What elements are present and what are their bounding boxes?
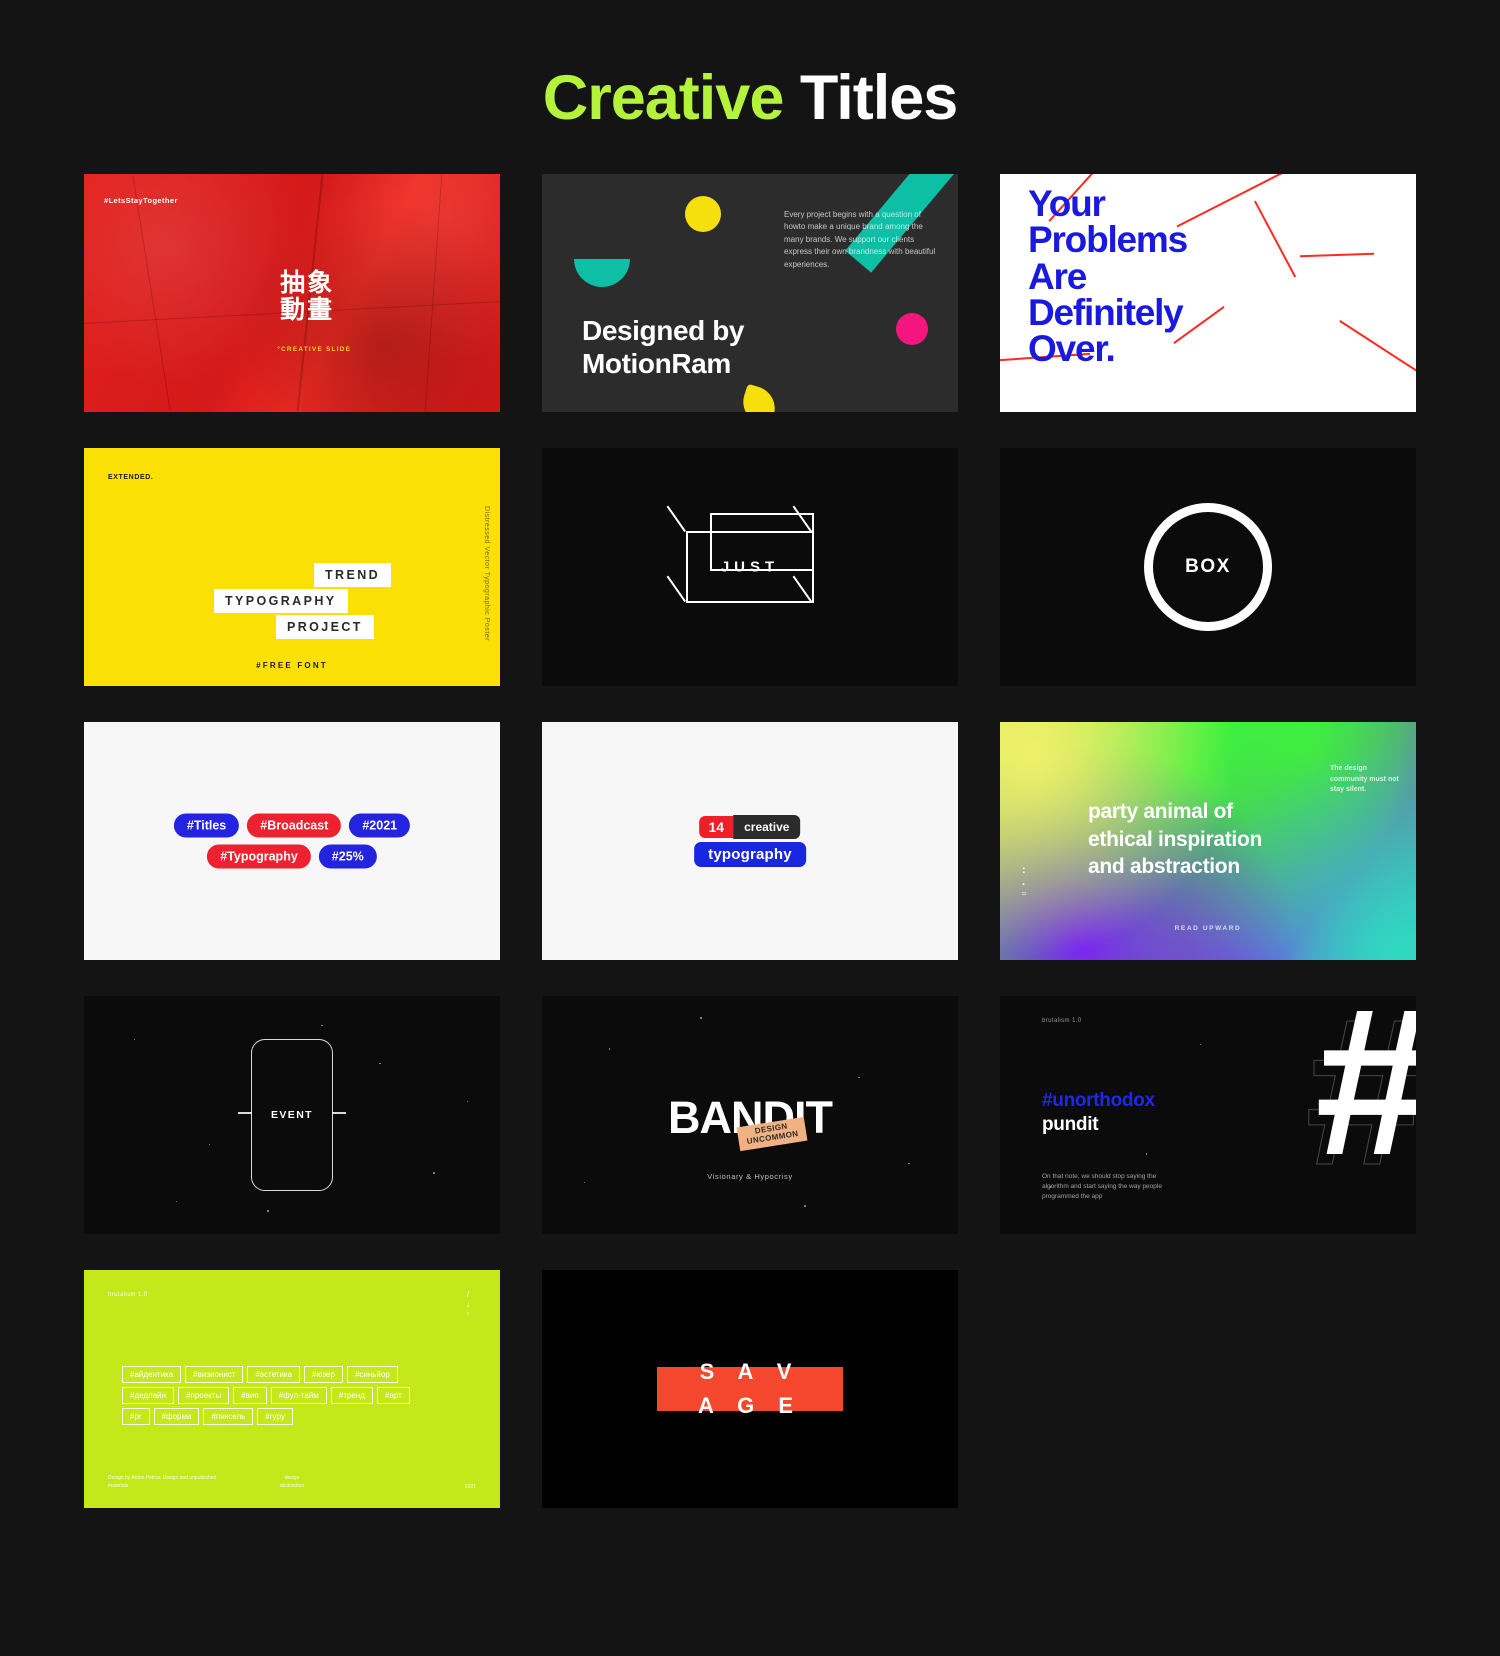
card-tag: #LetsStayTogether <box>104 196 178 205</box>
card-hashtag-pills[interactable]: #Titles #Broadcast #2021 #Typography #25… <box>84 722 500 960</box>
list-item: #синьйор <box>346 1366 398 1383</box>
card-body-text: On that note, we should stop saying the … <box>1042 1173 1162 1201</box>
badge-group: 14 creative typography <box>694 815 806 867</box>
list-item: #фул-тайм <box>270 1387 327 1404</box>
pill-25-percent[interactable]: #25% <box>318 844 377 869</box>
badge-number: 14 <box>699 816 734 838</box>
card-red-crumpled-slide[interactable]: #LetsStayTogether 抽象 動畫 °CREATIVE SLIDE <box>84 174 500 412</box>
card-event-phone[interactable]: EVENT <box>84 996 500 1234</box>
pill-row: #Typography #25% <box>207 844 377 869</box>
list-item: #тренд <box>330 1387 373 1404</box>
card-footer: #FREE FONT <box>256 661 328 670</box>
badge-creative: creative <box>733 815 801 839</box>
badge-row-top: 14 creative <box>699 815 801 839</box>
stack-line-3: PROJECT <box>276 615 374 639</box>
card-note: The design community must not stay silen… <box>1330 765 1399 793</box>
card-subtitle: °CREATIVE SLIDE <box>277 346 352 353</box>
card-unorthodox-pundit[interactable]: # # brutalism 1.0 #unorthodox pundit On … <box>1000 996 1416 1234</box>
page-title-accent: Creative <box>542 63 785 133</box>
red-slash-line <box>1253 200 1297 278</box>
card-title-cjk: 抽象 動畫 <box>280 269 335 324</box>
pill-typography[interactable]: #Typography <box>207 844 311 869</box>
card-heading: party animal of ethical inspiration and … <box>1088 800 1262 879</box>
card-just-3d-box[interactable]: JUST <box>542 448 958 686</box>
phone-tick <box>332 1112 346 1114</box>
box-label: JUST <box>720 558 780 576</box>
phone-tick <box>238 1112 252 1114</box>
card-kicker: EXTENDED. <box>108 474 154 481</box>
wireframe-box-icon: JUST <box>666 505 814 603</box>
paper-crease <box>131 175 171 411</box>
card-trend-typography-project[interactable]: EXTENDED. TREND TYPOGRAPHY PROJECT #FREE… <box>84 448 500 686</box>
card-footer: READ UPWARD <box>1174 925 1242 932</box>
red-slash-line <box>1176 174 1294 228</box>
card-lime-russian-tags[interactable]: brutalism 1.0 / ↓ ▫ #айдентика #визионис… <box>84 1270 500 1508</box>
list-item: #форма <box>153 1408 200 1425</box>
list-item: #пиксель <box>203 1408 254 1425</box>
list-item: #вип <box>233 1387 267 1404</box>
list-item: #pr <box>122 1408 150 1425</box>
card-hashtag: #unorthodox <box>1042 1090 1155 1111</box>
card-heading: Designed by MotionRam <box>582 314 745 379</box>
card-kicker: brutalism 1.0 <box>108 1292 148 1298</box>
half-circle-teal-icon <box>574 259 630 287</box>
card-headline: Your Problems Are Definitely Over. <box>1028 183 1188 369</box>
list-item: #проекты <box>178 1387 230 1404</box>
card-your-problems-are-over[interactable]: Your Problems Are Definitely Over. <box>1000 174 1416 412</box>
list-item: #эстетика <box>247 1366 301 1383</box>
pill-row: #Titles #Broadcast #2021 <box>173 813 411 838</box>
templates-grid: #LetsStayTogether 抽象 動畫 °CREATIVE SLIDE … <box>84 134 1416 1508</box>
list-item: #дедлайн <box>122 1387 175 1404</box>
card-subtitle: Visionary & Hypocrisy <box>707 1172 793 1181</box>
red-slash-line <box>1339 320 1416 375</box>
pill-titles[interactable]: #Titles <box>173 813 240 838</box>
list-item: #айдентика <box>122 1366 182 1383</box>
card-kicker: brutalism 1.0 <box>1042 1018 1082 1024</box>
list-item: #визионист <box>185 1366 244 1383</box>
card-footer-right: 2021 <box>464 1484 476 1490</box>
circle-label: BOX <box>1185 556 1231 577</box>
tag-list: #айдентика #визионист #эстетика #юзер #с… <box>122 1366 422 1425</box>
badge-typography: typography <box>694 842 806 867</box>
card-designed-by-motionram[interactable]: Every project begins with a question of … <box>542 174 958 412</box>
vertical-caption: Distressed Vector Typographic Poster <box>483 506 490 641</box>
red-slash-line <box>1299 252 1375 258</box>
decorative-marks: : . ▫ <box>1022 864 1026 901</box>
card-creative-typography-badges[interactable]: 14 creative typography <box>542 722 958 960</box>
pill-broadcast[interactable]: #Broadcast <box>247 813 342 838</box>
card-box-circle[interactable]: BOX <box>1000 448 1416 686</box>
stack-line-1: TREND <box>314 563 392 587</box>
blob-yellow-icon <box>737 383 781 412</box>
list-item: #гуру <box>257 1408 293 1425</box>
decorative-marks: / ↓ ▫ <box>466 1290 470 1319</box>
card-title: S A V A G E <box>697 1358 803 1418</box>
circle-outline-icon: BOX <box>1144 503 1272 631</box>
box-edge <box>666 575 686 603</box>
list-item: #арт <box>376 1387 410 1404</box>
typography-stack: TREND TYPOGRAPHY PROJECT <box>214 563 392 641</box>
list-item: #юзер <box>304 1366 343 1383</box>
card-party-animal-gradient[interactable]: The design community must not stay silen… <box>1000 722 1416 960</box>
card-savage-title[interactable]: S A V A G E <box>542 1270 958 1508</box>
phone-label: EVENT <box>270 1109 314 1121</box>
box-edge <box>666 505 686 533</box>
card-body-text: Every project begins with a question of … <box>784 210 936 269</box>
card-footer-center: design abstraction <box>279 1475 305 1489</box>
pill-group: #Titles #Broadcast #2021 #Typography #25… <box>173 813 411 869</box>
stack-line-2: TYPOGRAPHY <box>214 589 348 613</box>
paper-crease <box>425 174 443 412</box>
phone-outline-icon: EVENT <box>238 1039 346 1191</box>
circle-pink-icon <box>896 313 928 345</box>
hash-icon: # <box>1315 996 1416 1199</box>
card-word: pundit <box>1042 1114 1099 1135</box>
page-title: Creative Titles <box>0 0 1500 134</box>
page-title-rest: Titles <box>783 63 958 133</box>
card-bandit-title[interactable]: BANDIT DESIGN UNCOMMON Visionary & Hypoc… <box>542 996 958 1234</box>
circle-yellow-icon <box>685 196 721 232</box>
pill-2021[interactable]: #2021 <box>349 813 411 838</box>
